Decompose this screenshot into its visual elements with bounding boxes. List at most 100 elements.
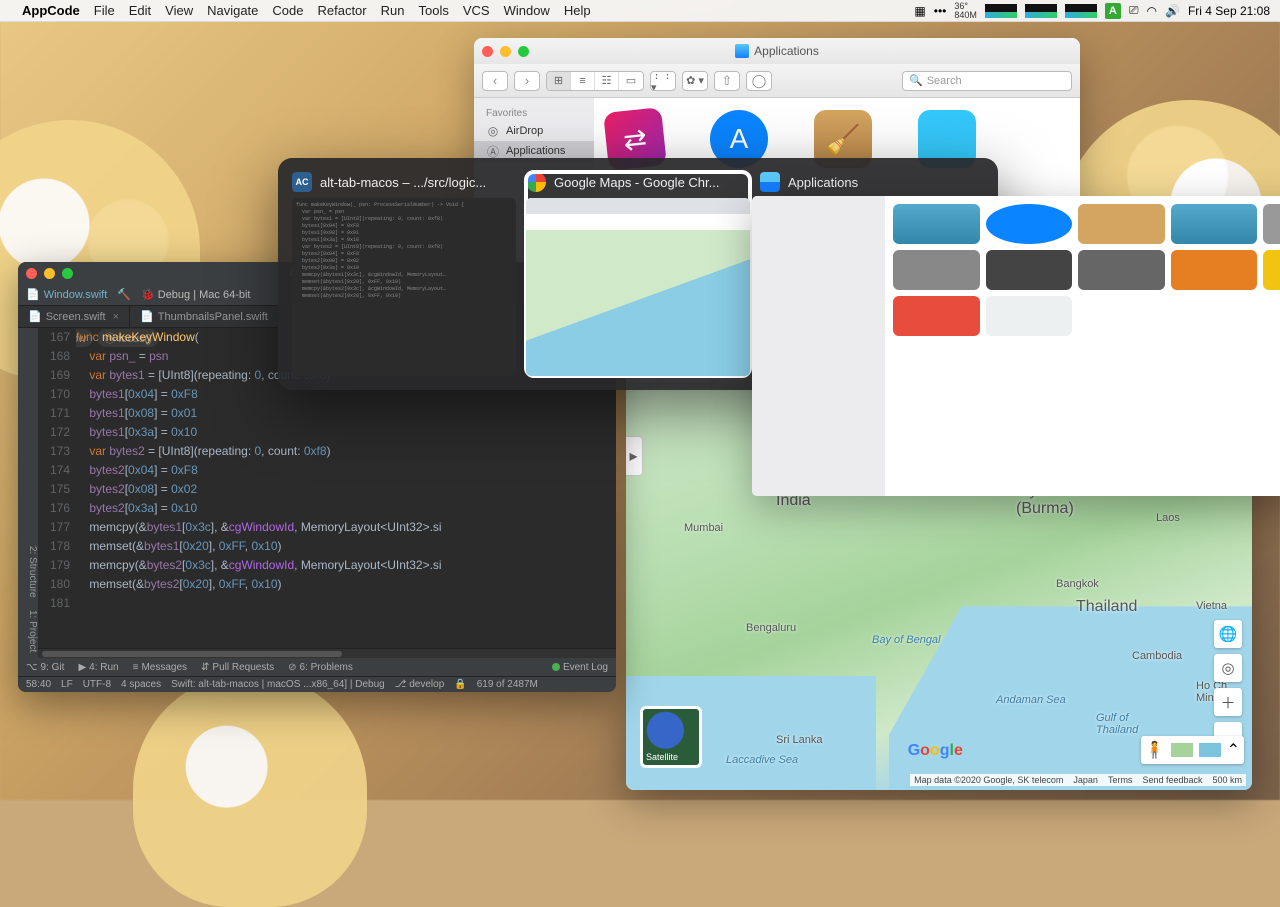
istat-graph-icon[interactable] — [985, 4, 1017, 18]
menubar-clock[interactable]: Fri 4 Sep 21:08 — [1188, 4, 1270, 18]
minimize-button[interactable] — [44, 268, 55, 279]
layers-button[interactable]: 🌐 — [1214, 620, 1242, 648]
map-label: Cambodia — [1132, 650, 1182, 662]
close-button[interactable] — [482, 46, 493, 57]
cursor-position[interactable]: 58:40 — [26, 679, 51, 690]
istat-graph-icon[interactable] — [1025, 4, 1057, 18]
menu-view[interactable]: View — [165, 3, 193, 18]
git-branch[interactable]: ⎇ develop — [395, 679, 445, 690]
map-label: Laccadive Sea — [726, 754, 798, 766]
airdrop-icon: ◎ — [486, 124, 500, 138]
istat-temp-icon[interactable]: 36° 840M — [954, 2, 977, 20]
memory-indicator[interactable]: 619 of 2487M — [477, 679, 538, 690]
zoom-button[interactable] — [62, 268, 73, 279]
alttab-title: Google Maps - Google Chr... — [554, 175, 719, 190]
lock-icon[interactable]: 🔒 — [454, 679, 466, 690]
my-location-button[interactable]: ◎ — [1214, 654, 1242, 682]
alttab-switcher[interactable]: ACalt-tab-macos – .../src/logic... func … — [278, 158, 998, 390]
close-icon[interactable]: × — [113, 311, 119, 323]
event-log[interactable]: Event Log — [552, 662, 608, 673]
map-label: Bay of Bengal — [872, 634, 941, 646]
tags-button[interactable]: ◯ — [746, 71, 772, 91]
map-label: Bengaluru — [746, 622, 796, 634]
alttab-window-item[interactable]: Google Maps - Google Chr... — [526, 172, 750, 376]
window-thumbnail — [526, 198, 750, 376]
airplay-icon[interactable]: ⎚ — [1129, 3, 1139, 18]
run-tool[interactable]: ▶ 4: Run — [78, 662, 118, 673]
istat-graph-icon[interactable] — [1065, 4, 1097, 18]
menu-extra-icon[interactable]: ▦ — [914, 4, 925, 18]
side-panel-handle[interactable]: ▸ — [626, 436, 643, 476]
menu-file[interactable]: File — [94, 3, 115, 18]
line-separator[interactable]: LF — [61, 679, 73, 690]
current-file[interactable]: 📄 Window.swift — [26, 288, 107, 301]
folder-icon — [735, 44, 749, 58]
menu-code[interactable]: Code — [272, 3, 303, 18]
menu-window[interactable]: Window — [504, 3, 550, 18]
map-scale: 500 km — [1212, 775, 1242, 785]
applications-icon: Ⓐ — [486, 144, 500, 158]
menu-vcs[interactable]: VCS — [463, 3, 490, 18]
menubar-status-area: ▦ ••• 36° 840M A ⎚ ◠ 🔊 Fri 4 Sep 21:08 — [914, 2, 1270, 20]
share-button[interactable]: ⇧ — [714, 71, 740, 91]
alttab-window-item[interactable]: ACalt-tab-macos – .../src/logic... func … — [292, 172, 516, 376]
alttab-menubar-icon[interactable]: A — [1105, 3, 1121, 19]
alttab-title: alt-tab-macos – .../src/logic... — [320, 175, 486, 190]
finder-title: Applications — [754, 44, 819, 58]
git-tool[interactable]: ⌥ 9: Git — [26, 662, 64, 673]
wallpaper-duck — [133, 673, 367, 907]
scrollbar-thumb[interactable] — [42, 651, 342, 657]
finder-toolbar: ‹ › ⊞≡☷▭ ⋮⋮ ▾ ✿ ▾ ⇧ ◯ 🔍Search — [474, 64, 1080, 98]
map-footer-link[interactable]: Japan — [1073, 775, 1098, 785]
app-icon: AC — [292, 172, 312, 192]
group-segment[interactable]: ⋮⋮ ▾ — [650, 71, 676, 91]
status-bar: 58:40 LF UTF-8 4 spaces Swift: alt-tab-m… — [18, 676, 616, 692]
finder-search[interactable]: 🔍Search — [902, 71, 1072, 91]
street-view-launcher[interactable]: 🧍⌃ — [1141, 736, 1244, 764]
build-icon[interactable]: 🔨 — [117, 288, 131, 301]
editor-tab[interactable]: 📄ThumbnailsPanel.swift — [130, 306, 279, 327]
encoding[interactable]: UTF-8 — [83, 679, 111, 690]
view-mode-segment[interactable]: ⊞≡☷▭ — [546, 71, 644, 91]
project-tab[interactable]: 1: Project — [18, 610, 38, 652]
sidebar-item-airdrop[interactable]: ◎AirDrop — [474, 121, 594, 141]
action-menu[interactable]: ✿ ▾ — [682, 71, 708, 91]
map-label: Gulf of Thailand — [1096, 712, 1138, 736]
structure-tab[interactable]: 2: Structure — [18, 546, 38, 598]
messages-tool[interactable]: ≡ Messages — [133, 662, 187, 673]
tool-window-tabs: 2: Structure 1: Project — [18, 328, 38, 658]
indent[interactable]: 4 spaces — [121, 679, 161, 690]
expand-icon[interactable]: ⌃ — [1227, 740, 1240, 760]
run-config[interactable]: 🐞 Debug | Mac 64-bit — [141, 288, 251, 301]
zoom-button[interactable] — [518, 46, 529, 57]
map-label: Andaman Sea — [996, 694, 1066, 706]
menu-refactor[interactable]: Refactor — [317, 3, 366, 18]
volume-icon[interactable]: 🔊 — [1165, 4, 1180, 18]
wifi-icon[interactable]: ◠ — [1147, 4, 1157, 18]
menubar-app-name[interactable]: AppCode — [22, 3, 80, 18]
menu-help[interactable]: Help — [564, 3, 591, 18]
problems-tool[interactable]: ⊘ 6: Problems — [288, 662, 353, 673]
map-footer-link[interactable]: Terms — [1108, 775, 1133, 785]
map-footer-link[interactable]: Send feedback — [1142, 775, 1202, 785]
map-label: Mumbai — [684, 522, 723, 534]
pegman-icon[interactable]: 🧍 — [1145, 740, 1165, 760]
pull-requests-tool[interactable]: ⇵ Pull Requests — [201, 662, 274, 673]
finder-titlebar[interactable]: Applications — [474, 38, 1080, 64]
menu-navigate[interactable]: Navigate — [207, 3, 258, 18]
minimize-button[interactable] — [500, 46, 511, 57]
forward-button[interactable]: › — [514, 71, 540, 91]
horizontal-scrollbar[interactable] — [38, 648, 616, 658]
satellite-toggle[interactable]: Satellite — [640, 706, 702, 768]
menu-run[interactable]: Run — [381, 3, 405, 18]
close-button[interactable] — [26, 268, 37, 279]
alttab-window-item[interactable]: Applications — [760, 172, 984, 376]
target[interactable]: Swift: alt-tab-macos | macOS ...x86_64] … — [171, 679, 385, 690]
menu-extra-icon[interactable]: ••• — [934, 4, 947, 18]
menu-edit[interactable]: Edit — [129, 3, 151, 18]
zoom-in-button[interactable]: ＋ — [1214, 688, 1242, 716]
chrome-icon — [526, 172, 546, 192]
editor-tab[interactable]: 📄Screen.swift× — [18, 306, 130, 327]
menu-tools[interactable]: Tools — [418, 3, 448, 18]
back-button[interactable]: ‹ — [482, 71, 508, 91]
